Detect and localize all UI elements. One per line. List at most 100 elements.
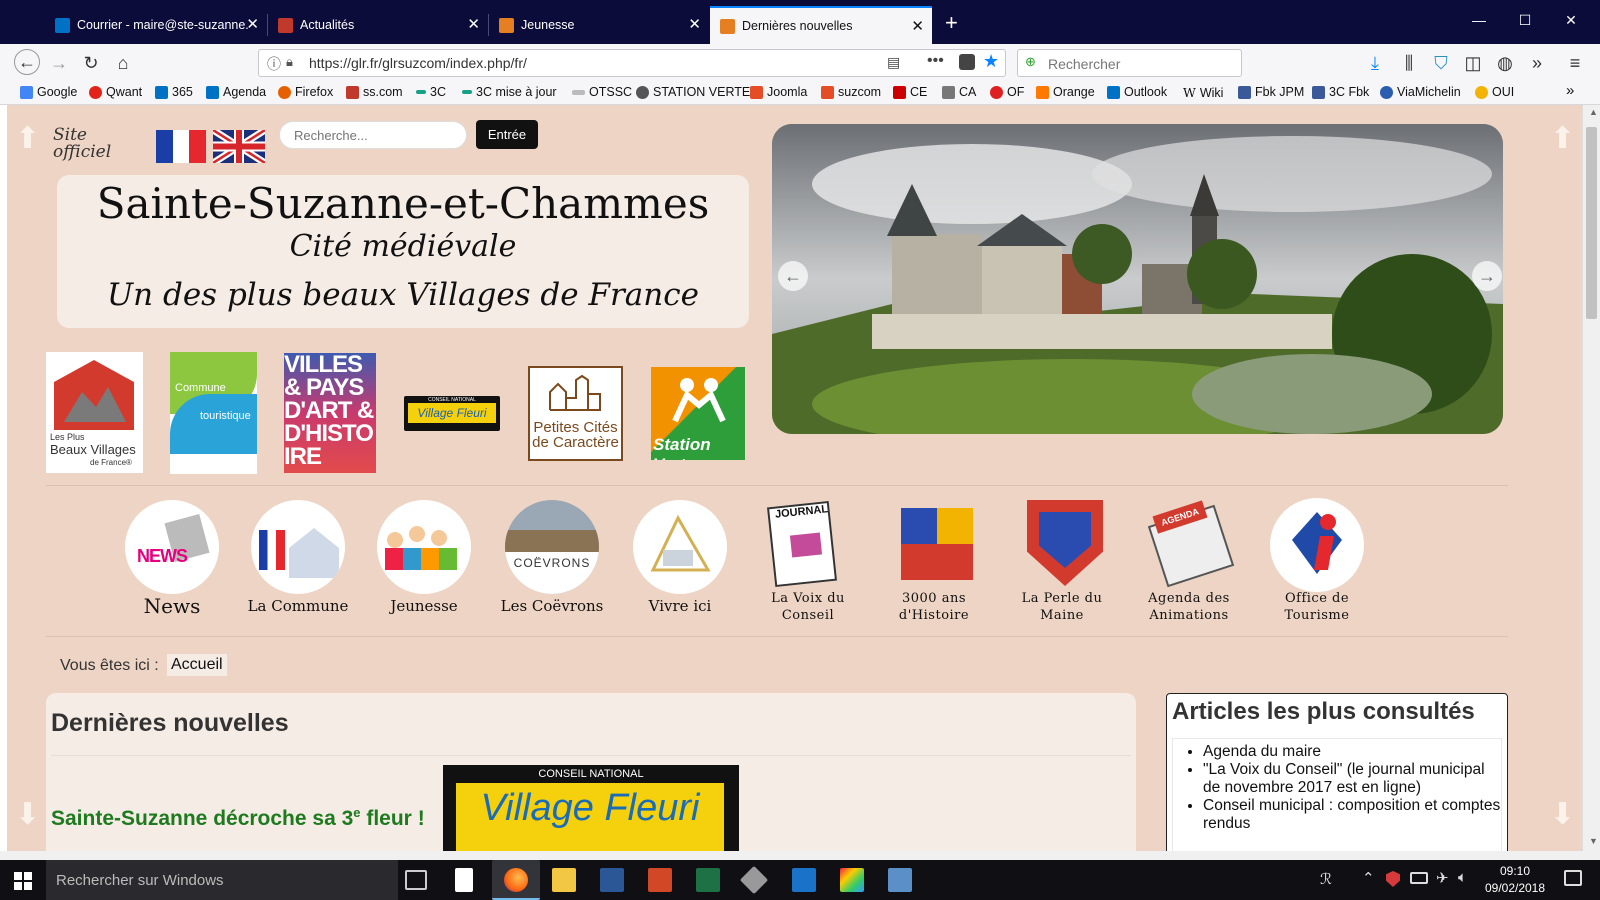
bookmark-ca[interactable]: CA bbox=[942, 85, 976, 99]
bookmark-of[interactable]: OF bbox=[990, 85, 1024, 99]
windows-start-icon[interactable] bbox=[14, 872, 32, 890]
popular-article-link[interactable]: Conseil municipal : composition et compt… bbox=[1203, 797, 1501, 833]
bookmark-google[interactable]: Google bbox=[20, 85, 77, 99]
scrollbar-thumb[interactable] bbox=[1586, 127, 1597, 319]
bookmark-qwant[interactable]: Qwant bbox=[89, 85, 142, 99]
clock-time[interactable]: 09:10 bbox=[1480, 864, 1550, 878]
bookmark-3c-maj[interactable]: 3C mise à jour bbox=[462, 85, 557, 99]
app-icon[interactable] bbox=[888, 868, 912, 892]
home-icon[interactable]: ⌂ bbox=[110, 51, 136, 75]
bookmarks-overflow-icon[interactable]: » bbox=[1566, 82, 1574, 99]
close-icon[interactable]: ✕ bbox=[688, 17, 701, 32]
bookmark-viamichelin[interactable]: ViaMichelin bbox=[1380, 85, 1461, 99]
maximize-icon[interactable]: ☐ bbox=[1502, 12, 1548, 29]
back-icon[interactable]: ← bbox=[14, 49, 40, 75]
station-verte-logo[interactable]: Station Verte bbox=[651, 367, 745, 460]
menu-office-tourisme[interactable]: Office de Tourisme bbox=[1262, 498, 1372, 624]
powerpoint-icon[interactable] bbox=[648, 868, 672, 892]
petites-cites-logo[interactable]: Petites Cités de Caractère bbox=[528, 366, 623, 461]
menu-la-voix-du-conseil[interactable]: JOURNAL La Voix du Conseil bbox=[753, 498, 863, 624]
close-icon[interactable]: ✕ bbox=[911, 19, 924, 34]
carousel-prev-icon[interactable]: ← bbox=[778, 261, 808, 291]
windows-search-box[interactable]: Rechercher sur Windows bbox=[46, 860, 398, 900]
scroll-down-arrow-icon[interactable]: ⬇ bbox=[1550, 797, 1575, 832]
app-icon[interactable] bbox=[792, 868, 816, 892]
menu-jeunesse[interactable]: Jeunesse bbox=[369, 500, 479, 615]
windows-search-text[interactable]: Rechercher sur Windows bbox=[56, 872, 224, 889]
new-tab-button[interactable]: + bbox=[945, 10, 958, 36]
bookmark-sscom[interactable]: ss.com bbox=[346, 85, 403, 99]
info-icon[interactable]: ⓘ bbox=[267, 54, 281, 74]
bookmark-star-icon[interactable]: ★ bbox=[983, 51, 999, 72]
lock-icon[interactable]: 🔒︎ bbox=[286, 54, 293, 70]
notifications-icon[interactable] bbox=[1564, 870, 1582, 886]
bookmark-365[interactable]: 365 bbox=[155, 85, 193, 99]
bookmark-outlook[interactable]: Outlook bbox=[1107, 85, 1167, 99]
network-icon[interactable]: ✈ bbox=[1436, 869, 1449, 887]
bookmark-firefox[interactable]: Firefox bbox=[278, 85, 333, 99]
app-icon[interactable] bbox=[739, 865, 769, 895]
hero-carousel[interactable]: ← → bbox=[772, 124, 1503, 434]
menu-vivre-ici[interactable]: Vivre ici bbox=[625, 500, 735, 615]
bookmark-fbk-jpm[interactable]: Fbk JPM bbox=[1238, 85, 1304, 99]
close-icon[interactable]: ✕ bbox=[467, 17, 480, 32]
antivirus-shield-icon[interactable] bbox=[1386, 871, 1400, 887]
sidebar-icon[interactable]: ◫ bbox=[1460, 51, 1486, 75]
pocket-icon[interactable] bbox=[959, 54, 975, 70]
bookmark-wiki[interactable]: W Wiki bbox=[1183, 85, 1223, 100]
reload-icon[interactable]: ↻ bbox=[78, 51, 104, 75]
search-bar[interactable]: ⊕ Rechercher bbox=[1017, 49, 1242, 77]
bookmark-otssc[interactable]: OTSSC bbox=[572, 85, 632, 99]
url-text[interactable]: https://glr.fr/glrsuzcom/index.php/fr/ bbox=[309, 55, 527, 71]
bookmark-ce[interactable]: CE bbox=[893, 85, 927, 99]
scroll-up-arrow-icon[interactable]: ⬆ bbox=[15, 121, 40, 156]
chevron-up-icon[interactable]: ⌃ bbox=[1362, 869, 1375, 887]
reader-view-icon[interactable]: ▤ bbox=[887, 54, 900, 71]
paint-icon[interactable] bbox=[840, 868, 864, 892]
commune-touristique-logo[interactable]: Commune touristique bbox=[170, 352, 257, 474]
library-icon[interactable]: ⫼ bbox=[1396, 51, 1422, 75]
breadcrumb-home-link[interactable]: Accueil bbox=[167, 654, 227, 676]
tab-jeunesse[interactable]: Jeunesse ✕ bbox=[489, 6, 709, 44]
battery-icon[interactable] bbox=[1410, 872, 1428, 884]
menu-news[interactable]: NEWS News bbox=[117, 500, 227, 616]
page-scrollbar[interactable]: ▲ ▼ bbox=[1582, 105, 1600, 851]
village-fleuri-logo[interactable]: CONSEIL NATIONAL Village Fleuri bbox=[404, 396, 500, 431]
window-close-icon[interactable]: ✕ bbox=[1548, 12, 1594, 29]
sync-icon[interactable]: ◍ bbox=[1492, 51, 1518, 75]
tab-courrier[interactable]: Courrier - maire@ste-suzanne. ✕ bbox=[45, 6, 267, 44]
task-view-icon[interactable] bbox=[405, 870, 427, 890]
menu-3000-ans-histoire[interactable]: 3000 ans d'Histoire bbox=[879, 498, 989, 624]
overflow-icon[interactable]: » bbox=[1524, 51, 1550, 75]
volume-icon[interactable]: 🔈︎ bbox=[1458, 869, 1467, 886]
bookmark-joomla[interactable]: Joomla bbox=[750, 85, 807, 99]
document-icon[interactable] bbox=[455, 868, 473, 892]
site-search-button[interactable]: Entrée bbox=[476, 120, 538, 149]
carousel-next-icon[interactable]: → bbox=[1472, 261, 1502, 291]
bookmark-orange[interactable]: Orange bbox=[1036, 85, 1095, 99]
villes-pays-art-histoire-logo[interactable]: VILLES & PAYS D'ART & D'HISTOIRE bbox=[284, 353, 376, 473]
more-actions-icon[interactable]: ••• bbox=[927, 52, 944, 70]
scroll-up-icon[interactable]: ▲ bbox=[1589, 107, 1598, 117]
menu-agenda-animations[interactable]: AGENDA Agenda des Animations bbox=[1134, 498, 1244, 624]
clock-date[interactable]: 09/02/2018 bbox=[1480, 881, 1550, 895]
forward-icon[interactable]: → bbox=[46, 51, 72, 75]
excel-icon[interactable] bbox=[696, 868, 720, 892]
url-bar[interactable]: ⓘ 🔒︎ https://glr.fr/glrsuzcom/index.php/… bbox=[258, 49, 1006, 77]
people-icon[interactable]: ℛ bbox=[1320, 870, 1332, 888]
bookmark-oui[interactable]: OUI bbox=[1475, 85, 1514, 99]
bookmark-3c[interactable]: 3C bbox=[416, 85, 446, 99]
close-icon[interactable]: ✕ bbox=[246, 17, 259, 32]
scroll-down-icon[interactable]: ▼ bbox=[1589, 836, 1598, 846]
shield-icon[interactable]: ⛉ bbox=[1428, 51, 1454, 75]
file-explorer-icon[interactable] bbox=[552, 868, 576, 892]
scroll-down-arrow-icon[interactable]: ⬇ bbox=[15, 797, 40, 832]
download-icon[interactable]: ⤓ bbox=[1362, 51, 1388, 75]
article-title-link[interactable]: Sainte-Suzanne décroche sa 3e fleur ! bbox=[51, 805, 425, 831]
plus-beaux-villages-logo[interactable]: Les Plus Beaux Villages de France® bbox=[46, 352, 143, 473]
bookmark-agenda[interactable]: Agenda bbox=[206, 85, 266, 99]
popular-article-link[interactable]: Agenda du maire bbox=[1203, 743, 1501, 761]
popular-article-link[interactable]: "La Voix du Conseil" (le journal municip… bbox=[1203, 761, 1501, 797]
site-search-input[interactable] bbox=[279, 121, 467, 149]
tab-dernieres-nouvelles[interactable]: Dernières nouvelles ✕ bbox=[710, 6, 932, 44]
